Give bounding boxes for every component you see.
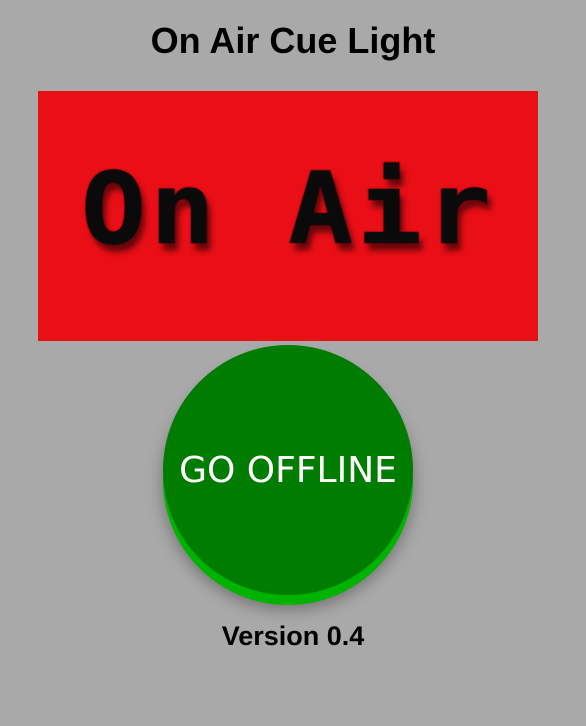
version-label: Version 0.4: [221, 621, 365, 651]
page-title: On Air Cue Light: [150, 20, 436, 61]
on-air-sign-text: On Air: [80, 151, 496, 267]
on-air-sign: On Air: [38, 91, 538, 341]
go-offline-button[interactable]: GO OFFLINE: [163, 345, 413, 595]
cue-light-page: On Air Cue Light On Air GO OFFLINE Versi…: [0, 0, 586, 726]
